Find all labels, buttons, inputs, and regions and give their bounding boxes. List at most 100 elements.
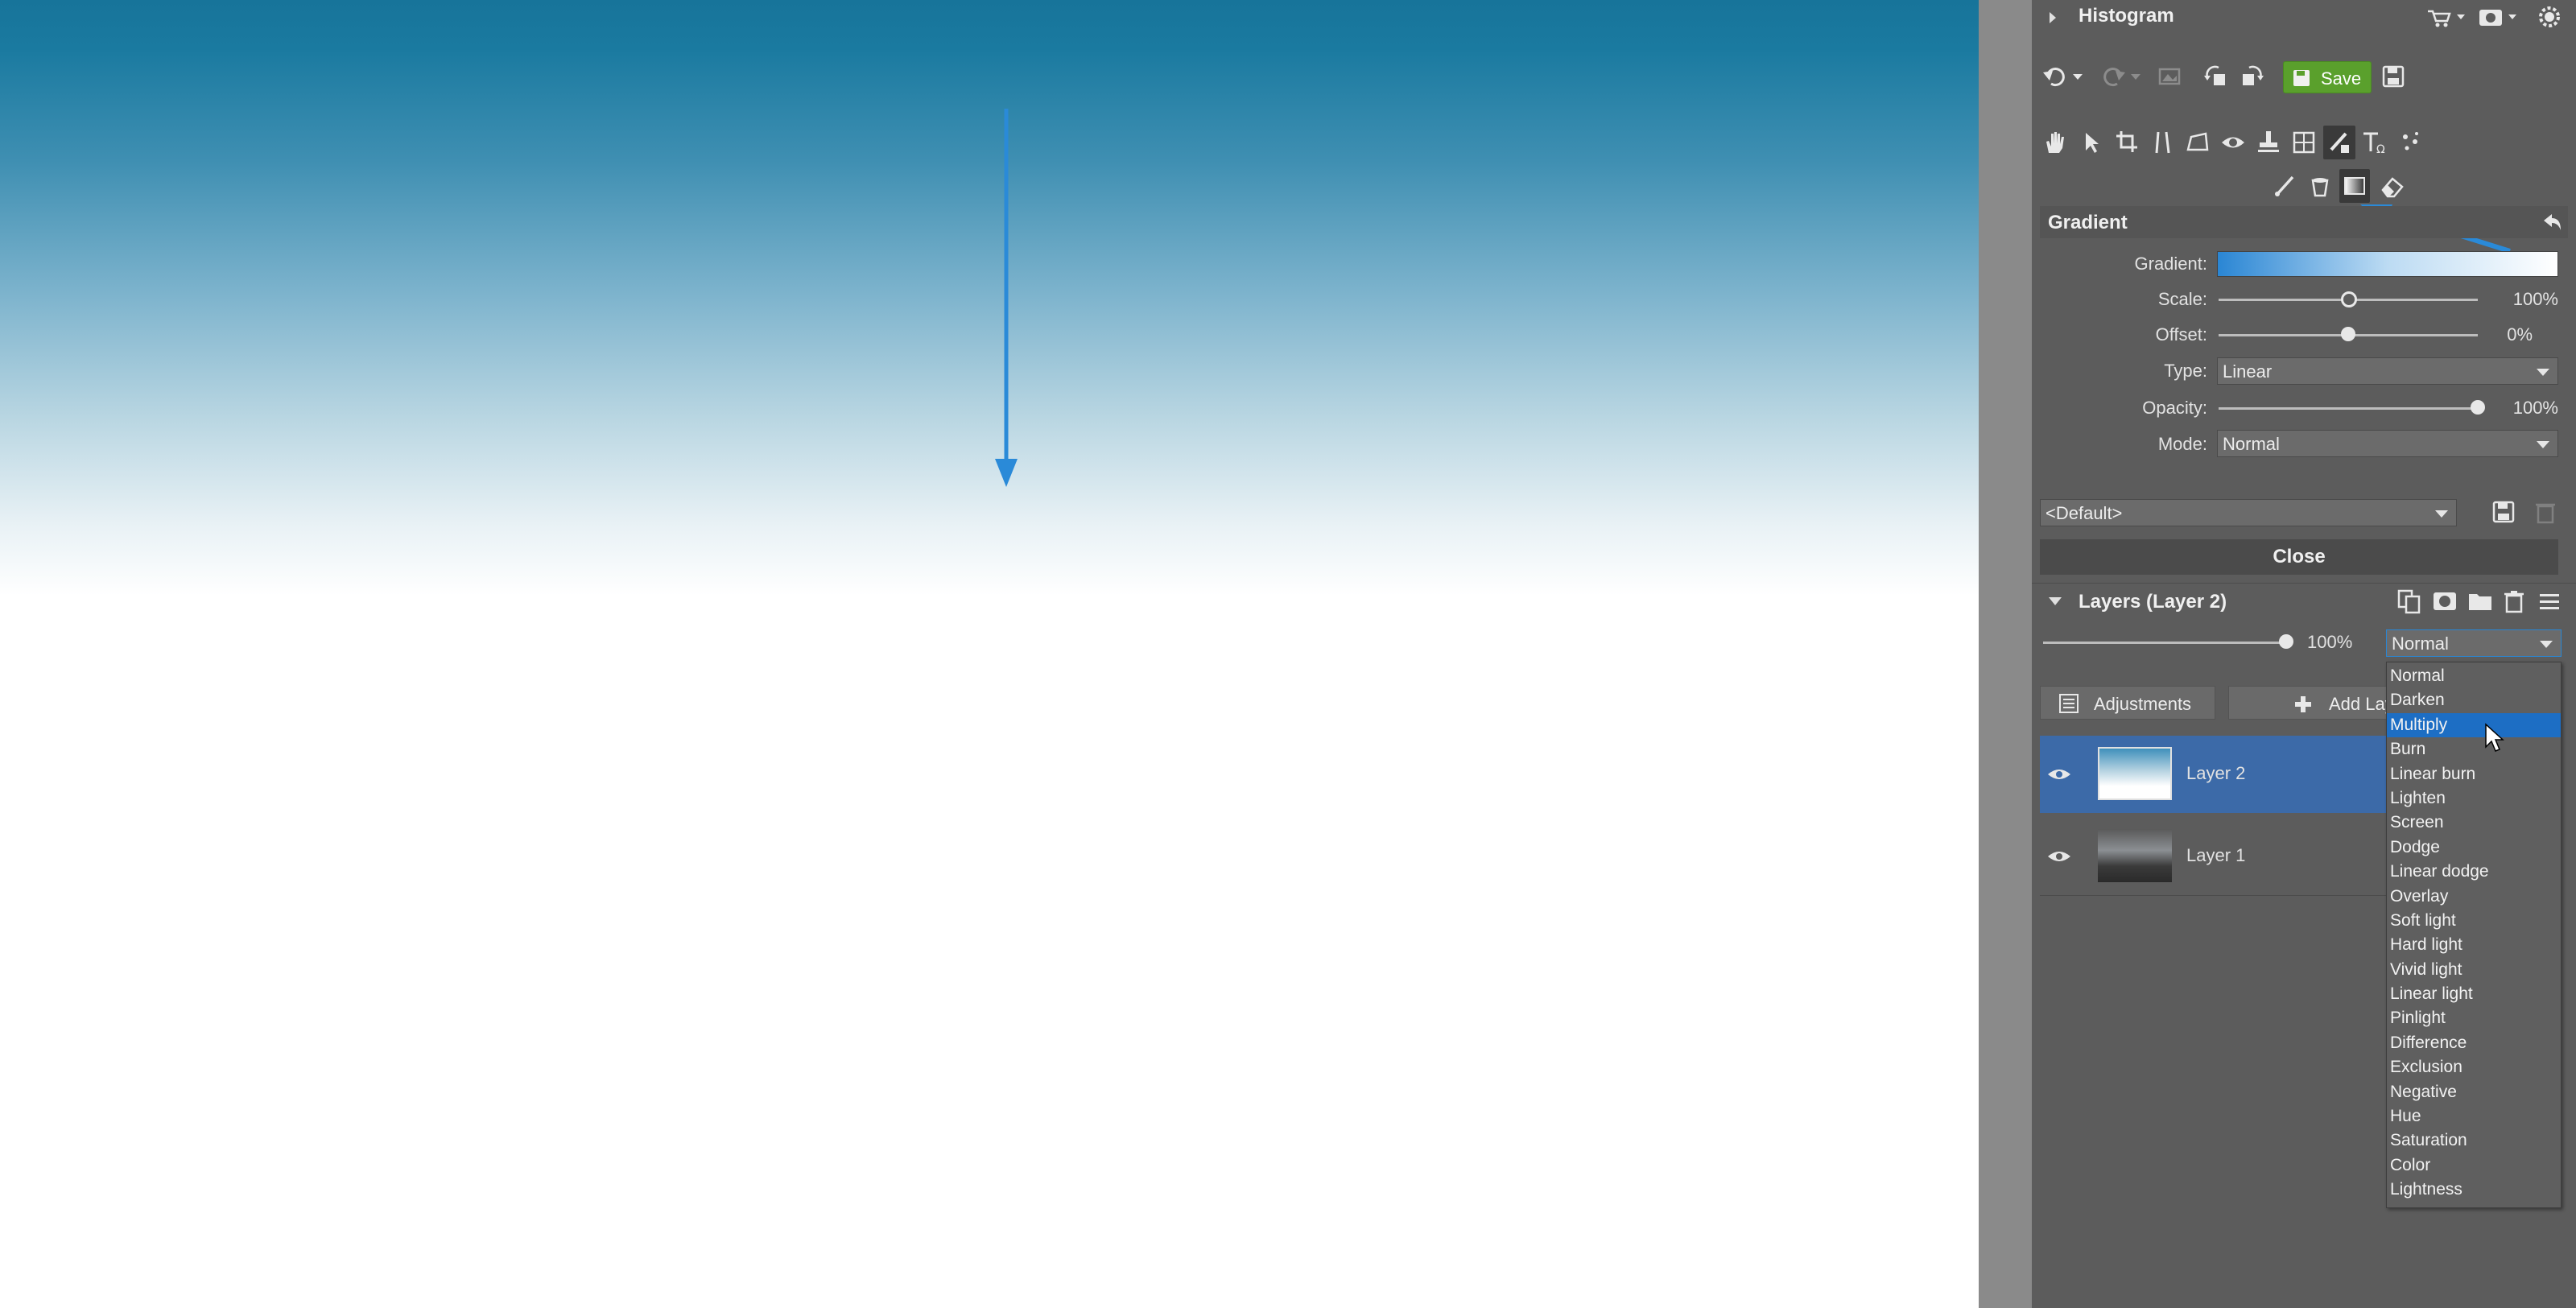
mouse-cursor-icon <box>2485 723 2504 752</box>
scale-label: Scale: <box>2157 289 2207 309</box>
save-icon <box>2293 70 2310 86</box>
offset-label: Offset: <box>2155 324 2207 345</box>
dropdown-option[interactable]: Darken <box>2387 688 2561 712</box>
straighten-icon[interactable] <box>2149 129 2175 156</box>
opacity-label: Opacity: <box>2142 398 2207 418</box>
folder-icon[interactable] <box>2467 588 2494 615</box>
image-compare-icon[interactable] <box>2156 63 2183 90</box>
blend-mode-select[interactable]: Normal <box>2386 629 2562 657</box>
dropdown-option[interactable]: Linear burn <box>2387 762 2561 786</box>
perspective-icon[interactable] <box>2185 129 2211 156</box>
adjustments-label: Adjustments <box>2094 694 2192 714</box>
dropdown-option[interactable]: Multiply <box>2387 712 2561 738</box>
type-select-value: Linear <box>2223 361 2273 382</box>
dropdown-option[interactable]: Screen <box>2387 811 2561 835</box>
dropdown-option[interactable]: Pinlight <box>2387 1006 2561 1030</box>
mask-dropdown-icon[interactable] <box>2476 5 2524 29</box>
redo-history-chevron-icon[interactable] <box>2128 69 2143 84</box>
layer-thumbnail <box>2098 747 2172 800</box>
reset-back-icon[interactable] <box>2539 211 2563 233</box>
scale-slider-knob[interactable] <box>2341 291 2357 307</box>
opacity-slider-knob[interactable] <box>2471 400 2485 415</box>
text-icon[interactable]: Ω <box>2360 129 2389 156</box>
type-select[interactable]: Linear <box>2217 357 2558 385</box>
grid-select-icon[interactable] <box>2291 129 2317 156</box>
eraser-icon[interactable] <box>2380 172 2405 200</box>
clone-stamp-icon[interactable] <box>2256 129 2281 156</box>
layers-title: Layers (Layer 2) <box>2079 591 2227 613</box>
brush-icon[interactable] <box>2272 172 2297 200</box>
dropdown-option[interactable]: Lightness <box>2387 1178 2561 1202</box>
menu-icon[interactable] <box>2536 588 2563 615</box>
rotate-right-icon[interactable] <box>2238 63 2265 90</box>
undo-icon[interactable] <box>2041 63 2069 90</box>
brush-tools-icon[interactable] <box>2323 126 2355 159</box>
dropdown-option[interactable]: Burn <box>2387 737 2561 761</box>
layer-opacity-slider-track[interactable] <box>2043 642 2286 644</box>
rotate-left-icon[interactable] <box>2202 63 2230 90</box>
dropdown-option[interactable]: Normal <box>2387 664 2561 688</box>
dropdown-option[interactable]: Overlay <box>2387 885 2561 909</box>
dropdown-option[interactable]: Dodge <box>2387 836 2561 860</box>
dropdown-option[interactable]: Color <box>2387 1153 2561 1178</box>
dropdown-option[interactable]: Difference <box>2387 1031 2561 1055</box>
offset-slider-knob[interactable] <box>2341 327 2355 341</box>
gradient-title: Gradient <box>2048 212 2128 233</box>
layer-opacity-slider-knob[interactable] <box>2279 634 2293 649</box>
visibility-eye-icon[interactable] <box>2046 845 2072 868</box>
dropdown-option[interactable]: Linear dodge <box>2387 860 2561 884</box>
opacity-slider-track[interactable] <box>2219 407 2478 410</box>
layer-name: Layer 1 <box>2186 845 2246 865</box>
close-button[interactable]: Close <box>2040 539 2558 575</box>
eye-icon[interactable] <box>2220 129 2246 156</box>
cart-dropdown-icon[interactable] <box>2423 5 2471 29</box>
offset-value: 0% <box>2507 324 2533 345</box>
layer-name: Layer 2 <box>2186 763 2246 783</box>
dropdown-option[interactable]: Vivid light <box>2387 958 2561 982</box>
layer-mask-icon[interactable] <box>2431 588 2458 615</box>
add-layer-button[interactable]: Add Lay <box>2228 686 2389 720</box>
type-label: Type: <box>2164 361 2207 381</box>
chevron-down-icon <box>2435 510 2448 518</box>
collapse-chevron-icon[interactable] <box>2046 592 2064 610</box>
stars-effect-icon[interactable] <box>2397 129 2423 156</box>
preset-select[interactable]: <Default> <box>2040 499 2457 526</box>
dropdown-option[interactable]: Exclusion <box>2387 1055 2561 1079</box>
divider <box>2040 895 2386 896</box>
hand-icon[interactable] <box>2041 129 2067 156</box>
dropdown-option[interactable]: Hue <box>2387 1104 2561 1129</box>
layer-row[interactable]: Layer 2 <box>2040 736 2386 813</box>
visibility-eye-icon[interactable] <box>2046 763 2072 786</box>
dropdown-option[interactable]: Negative <box>2387 1080 2561 1104</box>
adjustments-button[interactable]: Adjustments <box>2040 686 2215 720</box>
dropdown-option[interactable]: Hard light <box>2387 933 2561 957</box>
redo-icon[interactable] <box>2099 63 2127 90</box>
duplicate-layer-icon[interactable] <box>2396 588 2423 615</box>
preset-select-value: <Default> <box>2046 503 2123 523</box>
settings-gear-icon[interactable] <box>2536 3 2563 31</box>
gradient-icon[interactable] <box>2339 169 2370 203</box>
select-arrow-icon[interactable] <box>2079 129 2104 156</box>
layer-thumbnail <box>2098 829 2172 882</box>
mode-select[interactable]: Normal <box>2217 430 2558 457</box>
expand-chevron-icon[interactable] <box>2046 8 2059 27</box>
dropdown-option[interactable]: Saturation <box>2387 1129 2561 1153</box>
dropdown-option[interactable]: Lighten <box>2387 786 2561 811</box>
delete-layer-icon[interactable] <box>2500 588 2528 615</box>
crop-icon[interactable] <box>2114 129 2140 156</box>
layer-row[interactable]: Layer 1 <box>2040 818 2386 895</box>
dropdown-option[interactable]: Soft light <box>2387 909 2561 933</box>
undo-history-chevron-icon[interactable] <box>2070 69 2085 84</box>
save-as-icon[interactable] <box>2380 63 2407 90</box>
bucket-icon[interactable] <box>2307 172 2333 200</box>
chevron-down-icon <box>2537 369 2549 376</box>
chevron-down-icon <box>2537 441 2549 448</box>
add-layer-label: Add Lay <box>2329 694 2389 714</box>
save-preset-icon[interactable] <box>2489 499 2518 526</box>
gradient-preview-swatch[interactable] <box>2217 251 2558 277</box>
dropdown-option[interactable]: Linear light <box>2387 982 2561 1006</box>
delete-preset-icon[interactable] <box>2531 499 2560 526</box>
histogram-title[interactable]: Histogram <box>2079 5 2174 27</box>
save-button[interactable]: Save <box>2283 61 2372 93</box>
mode-label: Mode: <box>2157 434 2207 454</box>
